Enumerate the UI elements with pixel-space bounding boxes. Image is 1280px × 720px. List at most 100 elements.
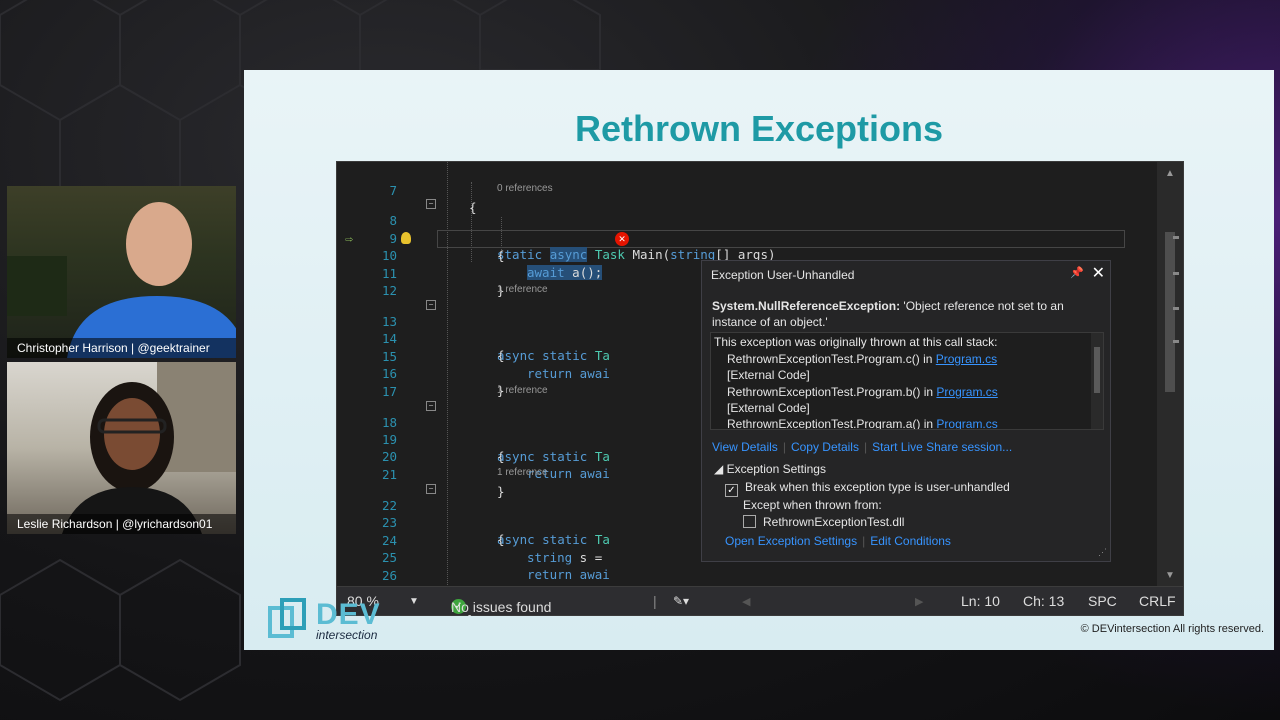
code-text: string s =: [527, 550, 603, 565]
code-text: {: [497, 248, 505, 263]
exception-message: System.NullReferenceException: 'Object r…: [712, 298, 1102, 330]
vertical-scrollbar[interactable]: ▲ ▼: [1157, 162, 1183, 587]
dll-checkbox-row[interactable]: RethrownExceptionTest.dll: [743, 515, 904, 529]
checkbox-unchecked[interactable]: [743, 515, 756, 528]
stack-scroll-thumb[interactable]: [1094, 347, 1100, 393]
frame-text: RethrownExceptionTest.Program.a() in: [727, 417, 937, 430]
fold-toggle-icon[interactable]: −: [426, 300, 436, 310]
checkbox-label: RethrownExceptionTest.dll: [763, 515, 905, 529]
code-line: 9 {: [337, 213, 504, 263]
presentation-slide: Rethrown Exceptions ⇨ 7 { 0 references 8…: [244, 70, 1274, 650]
frame-text: RethrownExceptionTest.Program.c() in: [727, 352, 936, 366]
codelens-references[interactable]: 1 reference: [497, 284, 548, 295]
logo-text: DEV: [316, 598, 381, 631]
code-line: 19 {: [337, 414, 505, 464]
resize-grip-icon[interactable]: ⋰: [1098, 547, 1107, 558]
edit-conditions-link[interactable]: Edit Conditions: [870, 534, 951, 548]
codelens-references[interactable]: 0 references: [497, 183, 553, 194]
pin-icon[interactable]: 📌: [1070, 266, 1084, 279]
code-line: 17: [337, 366, 397, 399]
spacing-indicator[interactable]: SPC: [1088, 593, 1117, 609]
frame-text: [External Code]: [727, 401, 810, 415]
fold-toggle-icon[interactable]: −: [426, 401, 436, 411]
code-text: }: [497, 484, 505, 499]
person-silhouette-2: [62, 362, 236, 534]
codelens-references[interactable]: 1 reference: [497, 467, 548, 478]
exception-links: View Details | Copy Details | Start Live Sha…: [712, 440, 1013, 454]
codelens-references[interactable]: 1 reference: [497, 385, 548, 396]
code-line: 24 string s =: [337, 515, 602, 565]
scroll-left-icon[interactable]: ◀: [742, 595, 750, 608]
participant-name: Leslie Richardson | @lyrichardson01: [7, 514, 236, 534]
line-indicator[interactable]: Ln: 10: [961, 593, 1000, 609]
stack-frame: RethrownExceptionTest.Program.a() in Pro…: [727, 416, 998, 430]
exception-popup: Exception User-Unhandled 📌 ✕ System.Null…: [701, 260, 1111, 562]
stack-header: This exception was originally thrown at …: [714, 335, 998, 349]
file-link[interactable]: Program.cs: [936, 385, 997, 399]
exception-settings-toggle[interactable]: ◢ Exception Settings: [714, 462, 826, 476]
call-stack-box[interactable]: This exception was originally thrown at …: [710, 332, 1104, 430]
error-icon[interactable]: ✕: [615, 232, 629, 246]
code-text: {: [469, 200, 477, 215]
line-ending-indicator[interactable]: CRLF: [1139, 593, 1176, 609]
open-exception-settings-link[interactable]: Open Exception Settings: [725, 534, 857, 548]
indent-guide: [471, 182, 473, 262]
checkbox-checked[interactable]: ✓: [725, 484, 738, 497]
code-text: return awai: [527, 567, 610, 582]
fold-toggle-icon[interactable]: −: [426, 484, 436, 494]
code-line: 18 − async static Ta: [337, 397, 610, 464]
code-line: 13 − async static Ta: [337, 296, 610, 363]
zoom-dropdown-icon[interactable]: ▼: [409, 596, 419, 607]
issues-text: No issues found: [451, 599, 552, 615]
close-icon[interactable]: ✕: [1092, 263, 1105, 283]
stack-frame: [External Code]: [727, 367, 810, 383]
code-line: 25 return awai: [337, 532, 610, 582]
char-indicator[interactable]: Ch: 13: [1023, 593, 1064, 609]
scroll-marker: [1173, 272, 1179, 275]
view-details-link[interactable]: View Details: [712, 440, 778, 454]
code-editor: ⇨ 7 { 0 references 8 − static async Task…: [336, 161, 1184, 617]
file-link[interactable]: Program.cs: [936, 417, 997, 429]
code-line: 11 }: [337, 248, 505, 298]
stack-frame: [External Code]: [727, 400, 810, 416]
copyright-notice: © DEVintersection All rights reserved.: [1080, 623, 1264, 635]
code-text: return awai: [527, 366, 610, 381]
code-line: 20 return awai: [337, 431, 610, 481]
person-silhouette-1: [7, 202, 236, 358]
code-text: {: [497, 348, 505, 363]
popup-title: Exception User-Unhandled: [711, 268, 855, 282]
copy-details-link[interactable]: Copy Details: [791, 440, 859, 454]
code-text: {: [497, 449, 505, 464]
code-line: 27 }: [337, 567, 475, 617]
code-text: {: [497, 532, 505, 547]
except-label: Except when thrown from:: [743, 498, 882, 512]
lightbulb-icon[interactable]: [401, 232, 411, 244]
checkbox-label: Break when this exception type is user-u…: [745, 480, 1010, 494]
code-line: 22 − async static Ta: [337, 480, 610, 547]
code-line: 10 await a();: [337, 230, 603, 280]
brush-icon[interactable]: ✎▾: [673, 594, 689, 608]
scroll-up-icon[interactable]: ▲: [1165, 168, 1175, 179]
stack-scrollbar[interactable]: [1091, 333, 1103, 429]
exception-type: System.NullReferenceException:: [712, 299, 901, 313]
code-line: 16 }: [337, 348, 505, 398]
scroll-right-icon[interactable]: ▶: [915, 595, 923, 608]
code-line: 23 {: [337, 497, 505, 547]
editor-status-bar: 80 % ▼ ✓ No issues found | ✎▾ ◀ ▶ Ln: 10 …: [337, 586, 1183, 615]
code-text: async static Ta: [497, 449, 610, 464]
file-link[interactable]: Program.cs: [936, 352, 997, 366]
code-line: 12: [337, 265, 397, 298]
break-checkbox-row[interactable]: ✓ Break when this exception type is user-…: [725, 480, 1010, 497]
indent-guide: [447, 162, 449, 587]
code-text: async static Ta: [497, 532, 610, 547]
fold-toggle-icon[interactable]: −: [426, 199, 436, 209]
scroll-down-icon[interactable]: ▼: [1165, 570, 1175, 581]
code-line: 14 {: [337, 313, 505, 363]
code-line: 26 }: [337, 550, 505, 600]
frame-text: [External Code]: [727, 368, 810, 382]
live-share-link[interactable]: Start Live Share session...: [872, 440, 1012, 454]
scrollbar-thumb[interactable]: [1165, 232, 1175, 392]
logo-subtext: intersection: [316, 628, 378, 642]
scroll-marker: [1173, 340, 1179, 343]
scroll-marker: [1173, 307, 1179, 310]
